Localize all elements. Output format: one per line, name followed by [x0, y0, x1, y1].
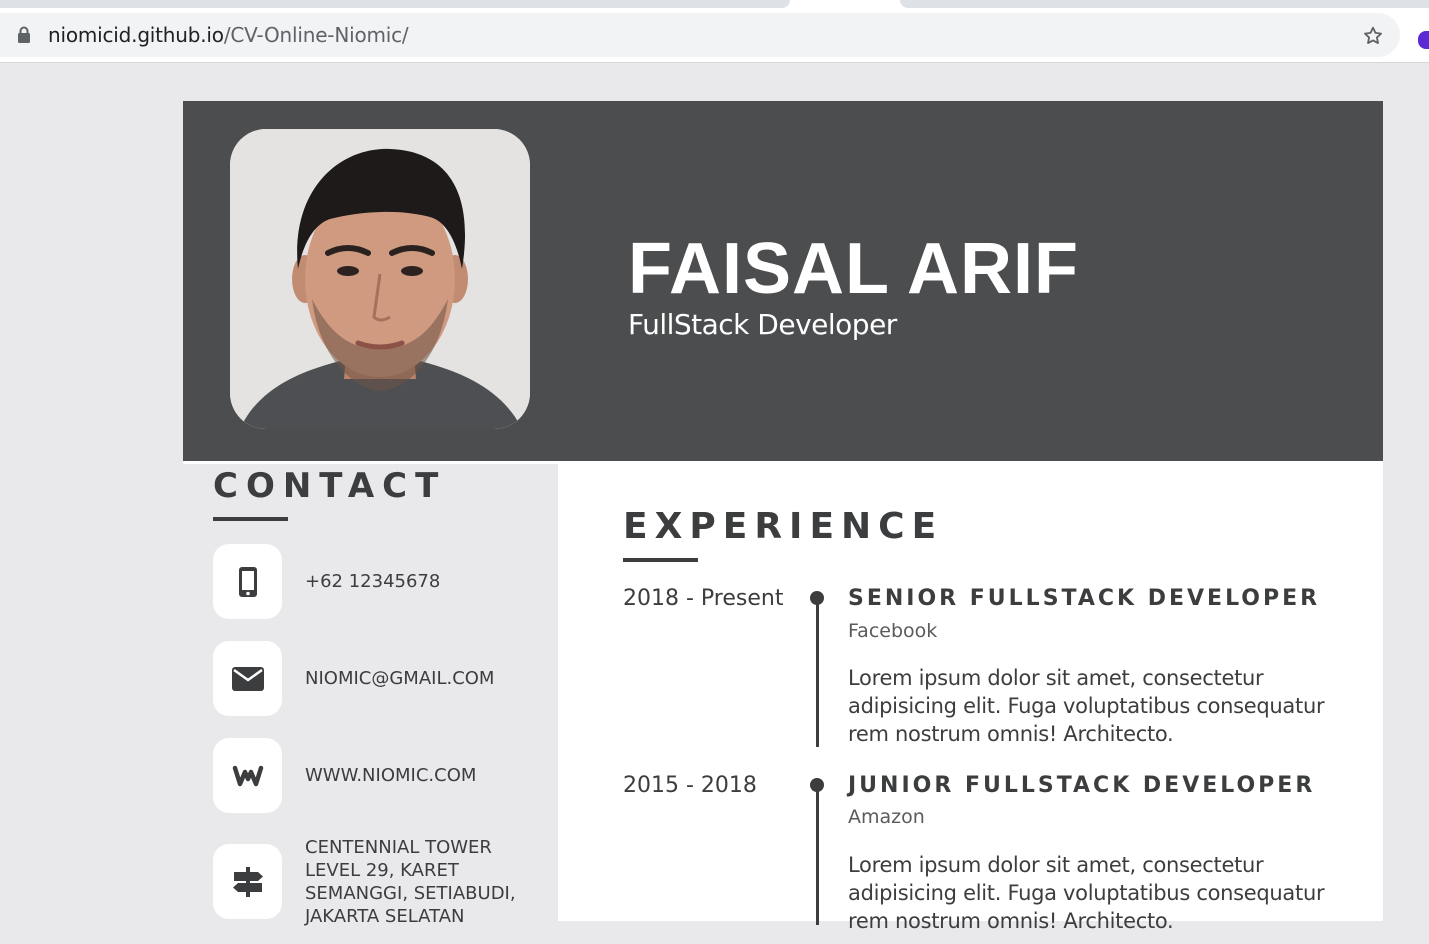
profile-role: FullStack Developer [628, 308, 897, 341]
contact-website-text[interactable]: WWW.NIOMIC.COM [305, 764, 476, 787]
contact-email-text[interactable]: NIOMIC@GMAIL.COM [305, 667, 494, 690]
weebly-icon-box [213, 738, 282, 813]
browser-toolbar: niomicid.github.io/CV-Online-Niomic/ [0, 9, 1429, 63]
lock-icon[interactable] [17, 26, 31, 44]
contact-heading: CONTACT [213, 466, 447, 506]
experience-heading: EXPERIENCE [623, 506, 944, 547]
timeline-line [816, 598, 819, 747]
timeline-dot [810, 591, 824, 605]
job-description: Lorem ipsum dolor sit amet, consectetur … [848, 666, 1325, 746]
contact-item-phone: +62 12345678 [213, 544, 553, 619]
address-line: JAKARTA SELATAN [305, 906, 465, 927]
envelope-icon [231, 666, 264, 691]
address-line: LEVEL 29, KARET [305, 860, 459, 881]
profile-photo [230, 129, 530, 429]
resume-header: FAISAL ARIF FullStack Developer [183, 101, 1383, 461]
job-title: JUNIOR FULLSTACK DEVELOPER [848, 773, 1316, 798]
contact-sidebar: CONTACT +62 12345678 NIOMIC@GMAIL.COM WW… [183, 464, 558, 927]
address-bar[interactable]: niomicid.github.io/CV-Online-Niomic/ [0, 13, 1400, 57]
job-title: SENIOR FULLSTACK DEVELOPER [848, 586, 1321, 611]
weebly-icon [232, 765, 263, 786]
bookmark-star-icon[interactable] [1362, 25, 1384, 47]
background-tab-left[interactable] [0, 0, 790, 8]
job-company: Facebook [848, 620, 938, 642]
contact-item-address: CENTENNIAL TOWER LEVEL 29, KARET SEMANGG… [213, 837, 553, 944]
address-line: SEMANGGI, SETIABUDI, [305, 883, 516, 904]
job-company: Amazon [848, 806, 925, 828]
signpost-icon [232, 866, 263, 897]
experience-heading-underline [623, 558, 698, 562]
phone-icon-box [213, 544, 282, 619]
contact-address-text: CENTENNIAL TOWER LEVEL 29, KARET SEMANGG… [305, 836, 516, 928]
url-host: niomicid.github.io [48, 23, 224, 47]
job-date: 2018 - Present [623, 586, 784, 611]
job-description: Lorem ipsum dolor sit amet, consectetur … [848, 853, 1325, 933]
address-line: CENTENNIAL TOWER [305, 837, 492, 858]
phone-icon [238, 566, 257, 597]
url-text[interactable]: niomicid.github.io/CV-Online-Niomic/ [48, 23, 409, 47]
resume-page: FAISAL ARIF FullStack Developer CONTACT … [183, 101, 1383, 933]
url-path: /CV-Online-Niomic/ [223, 23, 409, 47]
profile-name: FAISAL ARIF [628, 229, 1080, 309]
contact-item-email: NIOMIC@GMAIL.COM [213, 641, 553, 716]
envelope-icon-box [213, 641, 282, 716]
tab-strip [0, 0, 1429, 9]
timeline-line [816, 785, 819, 925]
contact-phone-text[interactable]: +62 12345678 [305, 570, 440, 593]
timeline-dot [810, 778, 824, 792]
contact-heading-underline [213, 517, 288, 521]
profile-portrait-illustration [230, 129, 530, 429]
contact-item-website: WWW.NIOMIC.COM [213, 738, 553, 813]
extension-icon[interactable] [1418, 31, 1429, 49]
job-date: 2015 - 2018 [623, 773, 757, 798]
background-tab-right[interactable] [900, 0, 1429, 8]
signpost-icon-box [213, 844, 282, 919]
